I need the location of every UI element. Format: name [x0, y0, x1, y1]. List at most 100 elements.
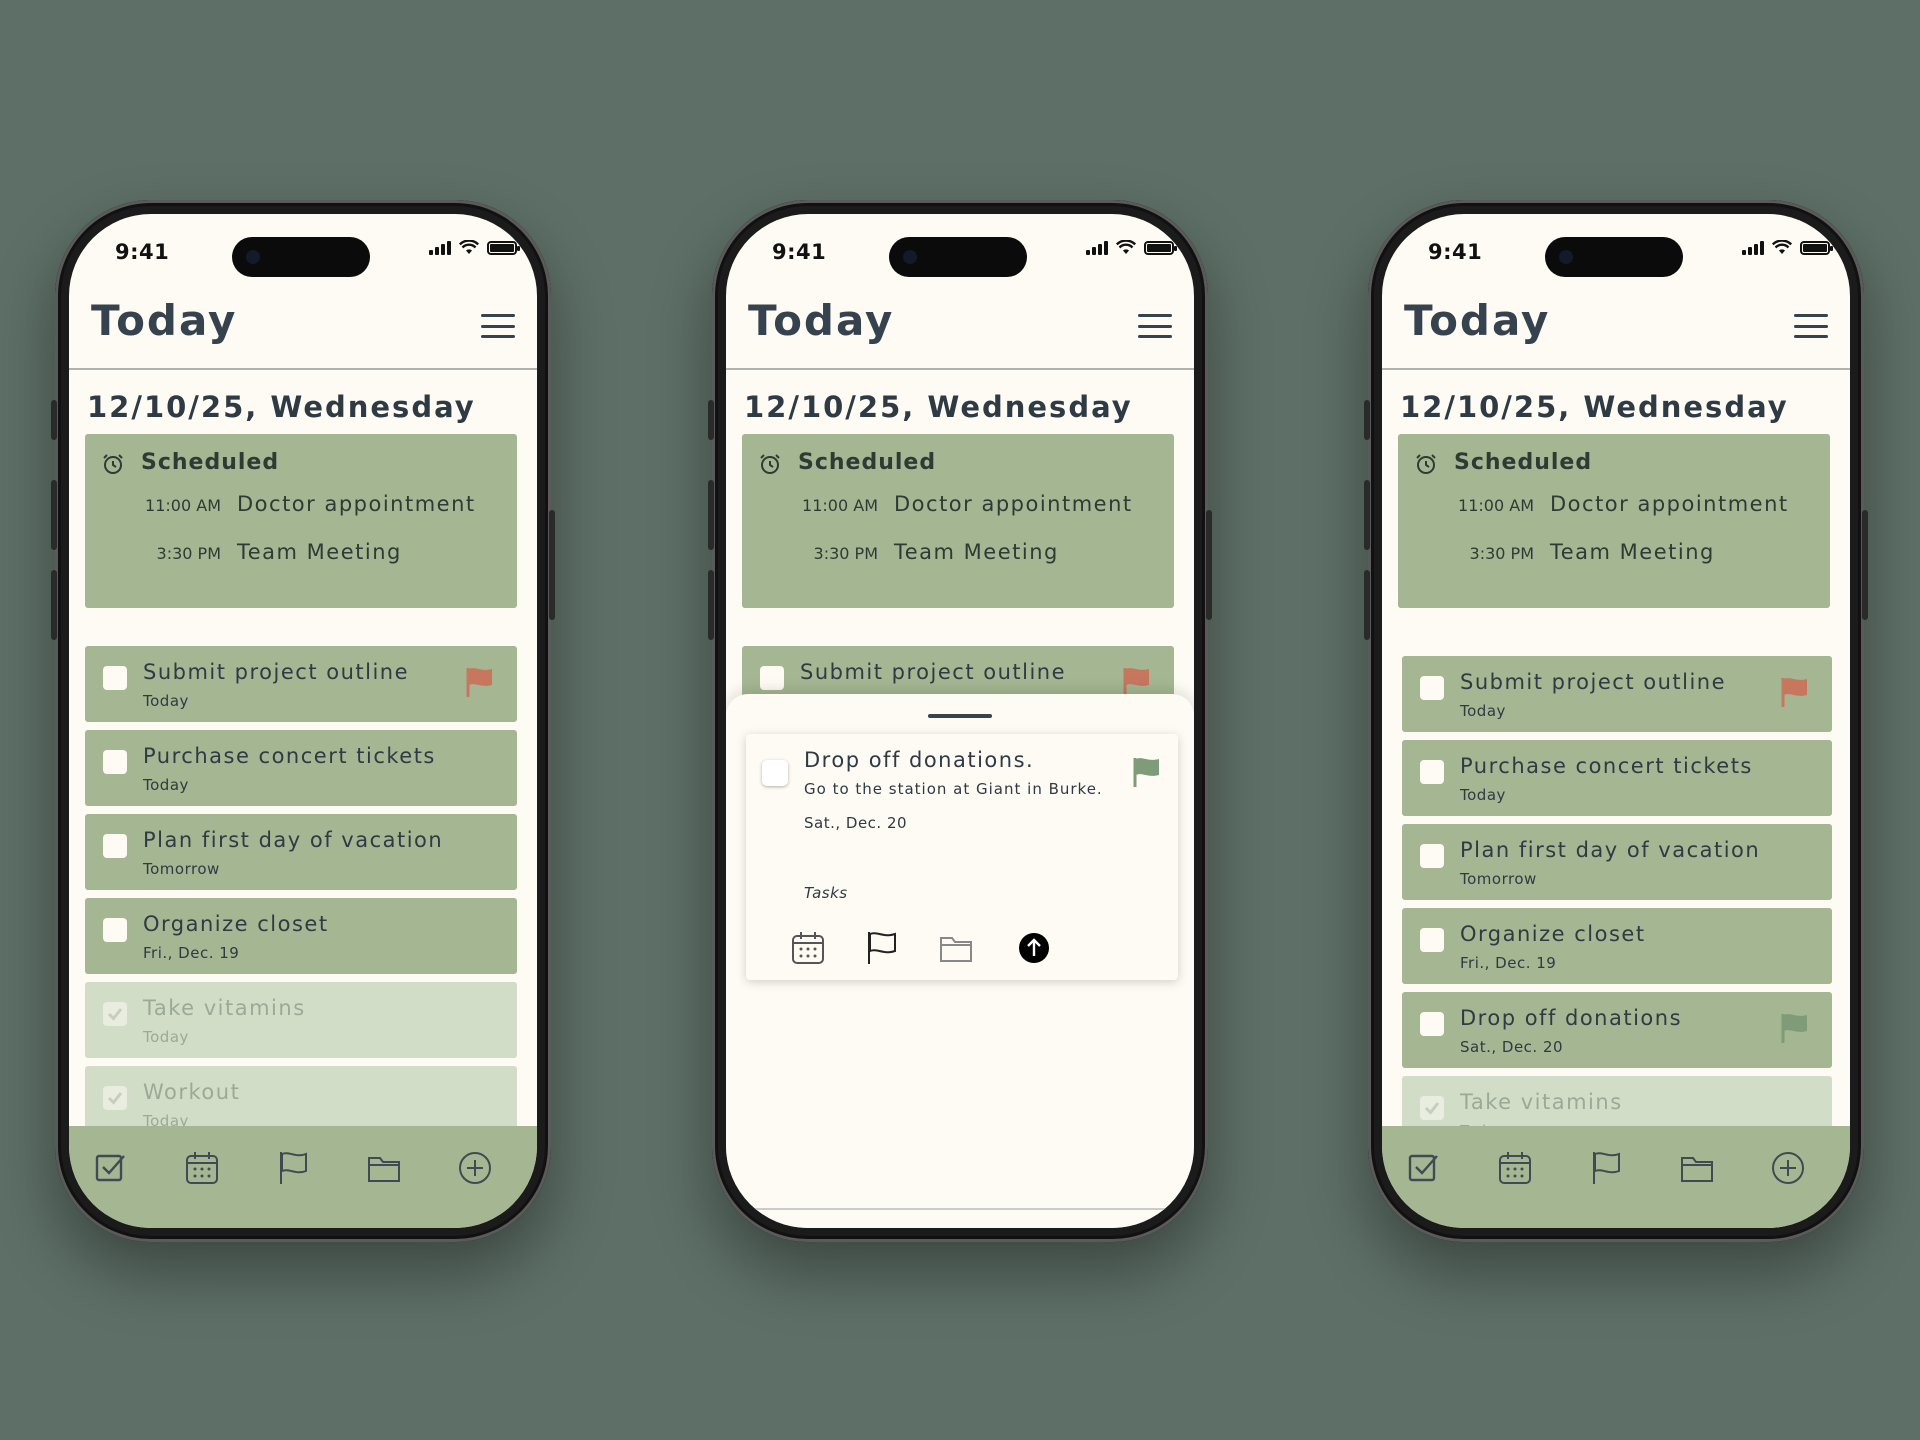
flag-icon[interactable] [1780, 676, 1810, 708]
flag-icon[interactable] [1132, 756, 1162, 788]
flag-icon[interactable] [864, 930, 900, 966]
signal-icon [1742, 240, 1764, 255]
folder-icon[interactable] [938, 930, 974, 966]
flag-icon[interactable] [1780, 1012, 1810, 1044]
task-title: Plan first day of vacation [143, 828, 444, 852]
checkbox-icon[interactable] [1406, 1150, 1442, 1186]
scheduled-card[interactable]: Scheduled 11:00 AM Doctor appointment 3:… [742, 434, 1174, 608]
task-checkbox[interactable] [1420, 844, 1444, 868]
task-checkbox[interactable] [1420, 676, 1444, 700]
app-header: Today [1382, 290, 1850, 370]
task-item[interactable]: Purchase concert tickets Today [85, 730, 517, 806]
folder-icon[interactable] [366, 1150, 402, 1186]
app-header: Today [69, 290, 537, 370]
event-row[interactable]: 3:30 PM Team Meeting [85, 540, 517, 570]
event-row[interactable]: 3:30 PM Team Meeting [742, 540, 1174, 570]
add-icon[interactable] [457, 1150, 493, 1186]
add-icon[interactable] [1770, 1150, 1806, 1186]
task-checkbox[interactable] [103, 750, 127, 774]
status-icons [1086, 240, 1177, 255]
event-time: 3:30 PM [1469, 544, 1534, 563]
task-title: Take vitamins [1460, 1090, 1623, 1114]
status-time: 9:41 [1428, 240, 1483, 264]
tab-bar [1382, 1126, 1850, 1228]
calendar-icon[interactable] [184, 1150, 220, 1186]
tab-bar [69, 1126, 537, 1228]
task-checkbox[interactable] [103, 918, 127, 942]
new-task-card: Drop off donations. Go to the station at… [746, 734, 1178, 980]
dynamic-island [1545, 237, 1683, 277]
flag-icon[interactable] [1588, 1150, 1624, 1186]
task-item[interactable]: Submit project outline Today [85, 646, 517, 722]
scheduled-card[interactable]: Scheduled 11:00 AM Doctor appointment 3:… [85, 434, 517, 608]
task-item[interactable]: Submit project outline Today [1402, 656, 1832, 732]
event-row[interactable]: 11:00 AM Doctor appointment [742, 492, 1174, 522]
task-checkbox[interactable] [103, 1002, 127, 1026]
task-checkbox[interactable] [103, 1086, 127, 1110]
dynamic-island [232, 237, 370, 277]
task-due-date[interactable]: Sat., Dec. 20 [804, 814, 907, 832]
task-title: Purchase concert tickets [143, 744, 436, 768]
task-checkbox[interactable] [1420, 1012, 1444, 1036]
task-checkbox[interactable] [103, 666, 127, 690]
task-checkbox[interactable] [1420, 760, 1444, 784]
menu-icon[interactable] [481, 314, 515, 338]
screen: 9:41 Today 12/10/25, Wednesday Scheduled… [69, 214, 537, 1228]
task-checkbox[interactable] [762, 760, 788, 786]
task-item[interactable]: Organize closet Fri., Dec. 19 [85, 898, 517, 974]
event-time: 11:00 AM [145, 496, 221, 515]
event-row[interactable]: 3:30 PM Team Meeting [1398, 540, 1830, 570]
event-row[interactable]: 11:00 AM Doctor appointment [1398, 492, 1830, 522]
task-item[interactable]: Organize closet Fri., Dec. 19 [1402, 908, 1832, 984]
task-due: Today [1460, 786, 1506, 804]
sheet-grabber[interactable] [928, 714, 992, 718]
calendar-icon[interactable] [790, 930, 826, 966]
wifi-icon [1772, 240, 1792, 254]
task-title-input[interactable]: Drop off donations. [804, 748, 1034, 772]
menu-icon[interactable] [1138, 314, 1172, 338]
menu-icon[interactable] [1794, 314, 1828, 338]
task-note-input[interactable]: Go to the station at Giant in Burke. [804, 780, 1103, 798]
phone-2: 9:41 Today 12/10/25, Wednesday Scheduled… [708, 200, 1212, 1242]
task-list-name[interactable]: Tasks [804, 884, 848, 902]
event-time: 11:00 AM [1458, 496, 1534, 515]
flag-icon[interactable] [275, 1150, 311, 1186]
screen: 9:41 Today 12/10/25, Wednesday Scheduled… [1382, 214, 1850, 1228]
task-checkbox[interactable] [103, 834, 127, 858]
wifi-icon [1116, 240, 1136, 254]
task-due: Fri., Dec. 19 [1460, 954, 1557, 972]
date-heading: 12/10/25, Wednesday [87, 390, 476, 424]
task-item[interactable]: Plan first day of vacation Tomorrow [1402, 824, 1832, 900]
battery-icon [1144, 240, 1177, 255]
flag-icon[interactable] [465, 666, 495, 698]
task-item[interactable]: Purchase concert tickets Today [1402, 740, 1832, 816]
task-checkbox[interactable] [760, 666, 784, 690]
calendar-icon[interactable] [1497, 1150, 1533, 1186]
task-due: Today [143, 1028, 189, 1046]
task-item[interactable]: Take vitamins Today [85, 982, 517, 1058]
task-title: Purchase concert tickets [1460, 754, 1753, 778]
task-item[interactable]: Plan first day of vacation Tomorrow [85, 814, 517, 890]
task-title: Take vitamins [143, 996, 306, 1020]
task-title: Organize closet [143, 912, 329, 936]
battery-icon [487, 240, 520, 255]
event-time: 3:30 PM [813, 544, 878, 563]
send-icon[interactable] [1016, 930, 1052, 966]
event-time: 3:30 PM [156, 544, 221, 563]
checkbox-icon[interactable] [93, 1150, 129, 1186]
task-checkbox[interactable] [1420, 1096, 1444, 1120]
home-indicator [750, 1208, 1170, 1210]
signal-icon [429, 240, 451, 255]
event-row[interactable]: 11:00 AM Doctor appointment [85, 492, 517, 522]
task-item[interactable]: Drop off donations Sat., Dec. 20 [1402, 992, 1832, 1068]
scheduled-title: Scheduled [1454, 450, 1593, 475]
scheduled-card[interactable]: Scheduled 11:00 AM Doctor appointment 3:… [1398, 434, 1830, 608]
status-time: 9:41 [772, 240, 827, 264]
task-checkbox[interactable] [1420, 928, 1444, 952]
event-name: Doctor appointment [237, 492, 476, 516]
battery-icon [1800, 240, 1833, 255]
task-title: Plan first day of vacation [1460, 838, 1761, 862]
task-due: Sat., Dec. 20 [1460, 1038, 1564, 1056]
new-task-sheet: Drop off donations. Go to the station at… [726, 694, 1194, 1228]
folder-icon[interactable] [1679, 1150, 1715, 1186]
